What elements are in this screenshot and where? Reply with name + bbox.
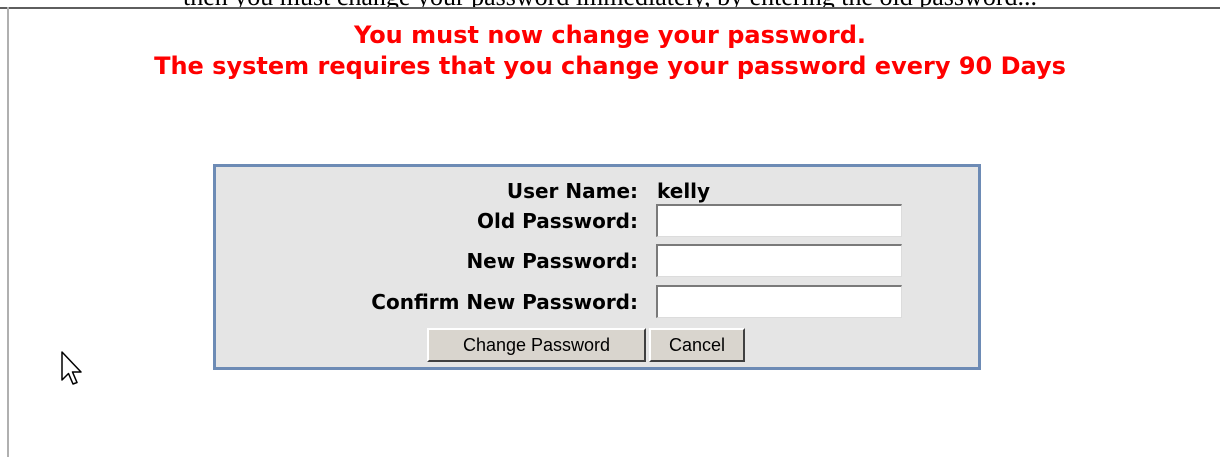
confirm-password-field[interactable] [656, 285, 902, 318]
old-password-row: Old Password: [216, 204, 978, 238]
confirm-password-label: Confirm New Password: [371, 290, 638, 314]
user-name-value: kelly [657, 179, 711, 203]
user-name-row: User Name: kelly [216, 174, 978, 208]
mouse-pointer-icon [61, 351, 82, 385]
cancel-button[interactable]: Cancel [649, 328, 745, 362]
heading-line-1: You must now change your password. [354, 21, 866, 49]
heading-line-2: The system requires that you change your… [154, 52, 1066, 80]
password-expiry-heading: You must now change your password. The s… [0, 20, 1220, 82]
change-password-panel: User Name: kelly Old Password: New Passw… [213, 164, 981, 370]
user-name-label: User Name: [506, 179, 638, 203]
new-password-label: New Password: [466, 249, 638, 273]
new-password-row: New Password: [216, 244, 978, 278]
new-password-field[interactable] [656, 244, 902, 277]
old-password-label: Old Password: [477, 209, 638, 233]
change-password-button[interactable]: Change Password [427, 328, 646, 362]
old-password-field[interactable] [656, 204, 902, 237]
confirm-password-row: Confirm New Password: [216, 285, 978, 319]
frame-top-border [0, 7, 1220, 9]
button-row: Change Password Cancel [216, 328, 978, 362]
